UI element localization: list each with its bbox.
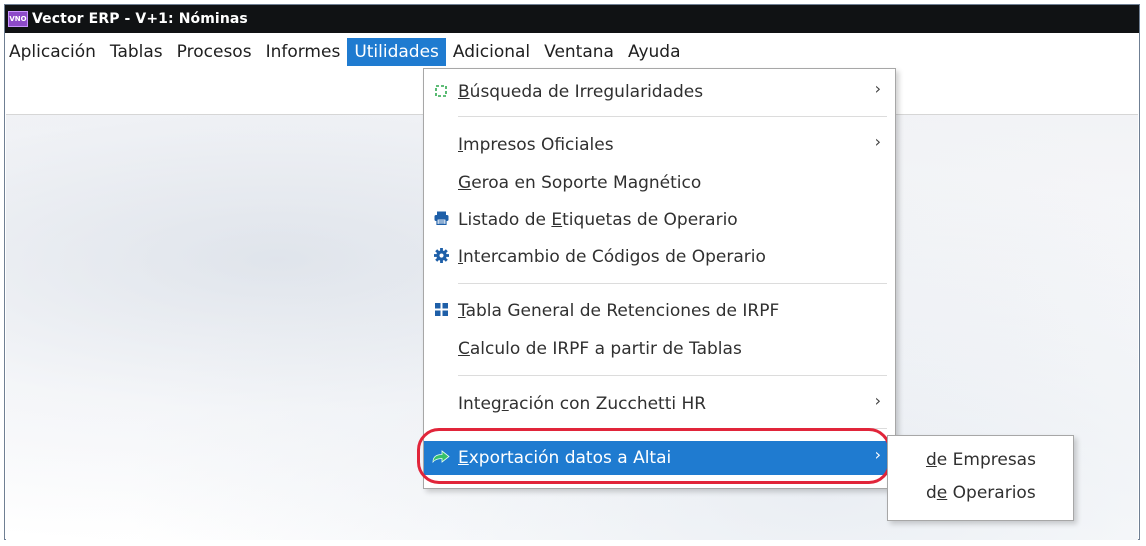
utilidades-dropdown: Búsqueda de Irregularidades › Impresos O… [423,68,896,489]
exportacion-submenu: de Empresas de Operarios [887,435,1074,521]
red-highlight-ring [417,428,891,484]
menu-procesos[interactable]: Procesos [170,38,259,66]
menu-item-label: Intercambio de Códigos de Operario [458,247,766,267]
menu-aplicacion[interactable]: Aplicación [5,38,103,66]
menu-item-tabla-retenciones[interactable]: Tabla General de Retenciones de IRPF [424,294,895,328]
menu-ayuda[interactable]: Ayuda [621,38,688,66]
menu-tablas[interactable]: Tablas [103,38,170,66]
menu-ventana[interactable]: Ventana [537,38,621,66]
grid-icon [424,302,458,320]
menu-item-geroa[interactable]: Geroa en Soporte Magnético [424,166,895,200]
menu-item-label: Listado de Etiquetas de Operario [458,210,738,230]
menu-item-impresos-oficiales[interactable]: Impresos Oficiales › [424,128,895,162]
menu-utilidades[interactable]: Utilidades [347,37,446,66]
menu-informes[interactable]: Informes [259,38,348,66]
menu-item-integracion-zucchetti[interactable]: Integración con Zucchetti HR › [424,387,895,421]
menu-item-label: Calculo de IRPF a partir de Tablas [458,339,742,359]
menu-item-label: Impresos Oficiales [458,135,614,155]
menu-item-label: Tabla General de Retenciones de IRPF [458,301,780,321]
menu-separator [458,375,887,376]
menu-bar: Aplicación Tablas Procesos Informes Util… [5,34,1139,69]
chevron-right-icon: › [874,391,881,410]
dashed-square-icon [424,83,458,101]
menu-item-listado-etiquetas[interactable]: Listado de Etiquetas de Operario [424,203,895,237]
menu-separator [458,116,887,117]
printer-icon [424,211,458,229]
submenu-item-de-empresas[interactable]: de Empresas [926,450,1036,470]
menu-item-label: Integración con Zucchetti HR [458,394,707,414]
menu-adicional[interactable]: Adicional [446,38,537,66]
menu-item-intercambio-codigos[interactable]: Intercambio de Códigos de Operario [424,240,895,274]
menu-item-calculo-irpf[interactable]: Calculo de IRPF a partir de Tablas [424,332,895,366]
window-title: Vector ERP - V+1: Nóminas [32,11,248,27]
title-bar: VNO Vector ERP - V+1: Nóminas [5,5,1139,33]
menu-item-label: Geroa en Soporte Magnético [458,173,702,193]
submenu-item-de-operarios[interactable]: de Operarios [926,483,1036,503]
menu-item-busqueda-irregularidades[interactable]: Búsqueda de Irregularidades › [424,75,895,109]
menu-separator [458,283,887,284]
menu-item-label: Búsqueda de Irregularidades [458,82,704,102]
app-icon: VNO [8,11,28,27]
gear-icon [424,247,458,267]
chevron-right-icon: › [874,79,881,98]
chevron-right-icon: › [874,132,881,151]
